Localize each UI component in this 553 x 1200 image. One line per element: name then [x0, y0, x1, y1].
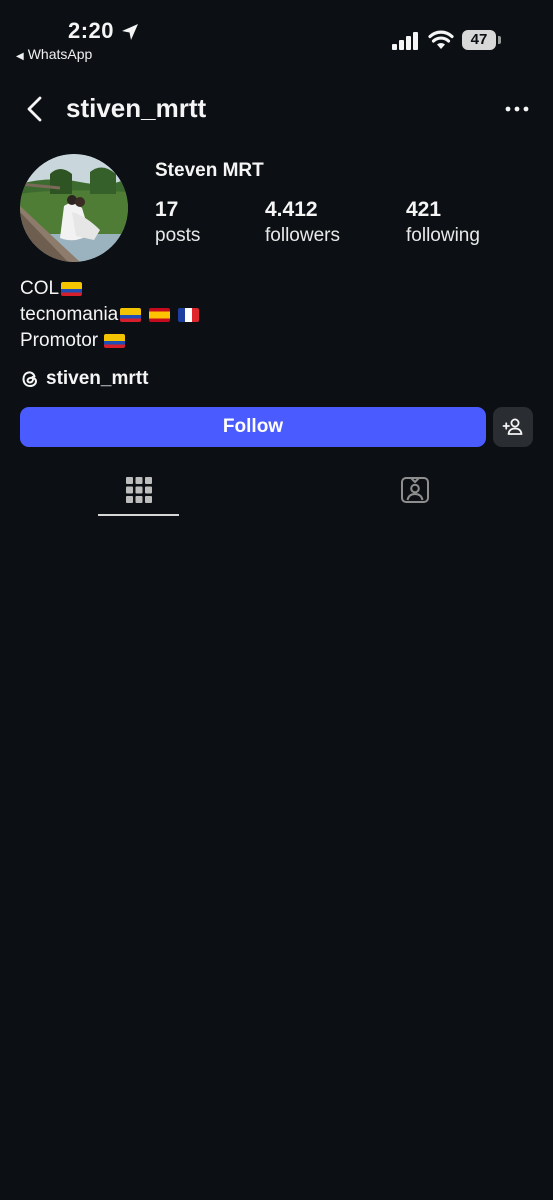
add-person-icon	[502, 418, 523, 435]
bio-line-3: Promotor	[20, 330, 99, 351]
bio-line-2: tecnomania	[20, 304, 119, 325]
battery-level: 47	[462, 30, 496, 50]
spain-flag-icon	[149, 308, 171, 322]
back-app-label: WhatsApp	[27, 46, 93, 62]
france-flag-icon	[178, 308, 200, 322]
location-arrow-icon	[122, 24, 138, 40]
active-tab-indicator	[98, 514, 179, 516]
back-arrow-icon[interactable]	[22, 94, 50, 124]
colombia-flag-icon	[104, 334, 126, 348]
display-name: Steven MRT	[155, 160, 264, 181]
bio: COL tecnomania Promotor	[20, 276, 200, 354]
suggested-users-button[interactable]	[493, 407, 533, 447]
cellular-signal-icon	[392, 32, 418, 50]
threads-icon	[22, 371, 38, 388]
back-triangle-icon: ◀	[16, 51, 24, 62]
threads-link[interactable]: stiven_mrtt	[20, 368, 148, 390]
follow-button[interactable]: Follow	[20, 407, 486, 447]
threads-handle: stiven_mrtt	[46, 368, 149, 389]
tab-posts-grid[interactable]	[98, 470, 179, 518]
following-label: following	[406, 225, 480, 246]
more-options-icon[interactable]	[500, 98, 534, 120]
posts-count: 17	[155, 198, 179, 221]
posts-label: posts	[155, 225, 201, 246]
followers-stat[interactable]: 4.412 followers	[265, 197, 340, 249]
battery-icon: 47	[462, 30, 502, 50]
followers-count: 4.412	[265, 198, 318, 221]
profile-username: stiven_mrtt	[66, 93, 207, 123]
status-time: 2:20	[68, 18, 115, 43]
following-stat[interactable]: 421 following	[406, 197, 480, 249]
following-count: 421	[406, 198, 442, 221]
wifi-icon	[428, 30, 454, 49]
colombia-flag-icon	[120, 308, 142, 322]
colombia-flag-icon	[61, 282, 83, 296]
posts-stat: 17 posts	[155, 197, 200, 249]
tab-tagged[interactable]	[376, 470, 454, 518]
tagged-icon	[401, 477, 429, 503]
back-to-app-link[interactable]: ◀ WhatsApp	[16, 46, 92, 62]
followers-label: followers	[265, 225, 340, 246]
avatar[interactable]	[20, 154, 128, 262]
bio-line-1: COL	[20, 278, 60, 299]
grid-icon	[125, 477, 152, 503]
